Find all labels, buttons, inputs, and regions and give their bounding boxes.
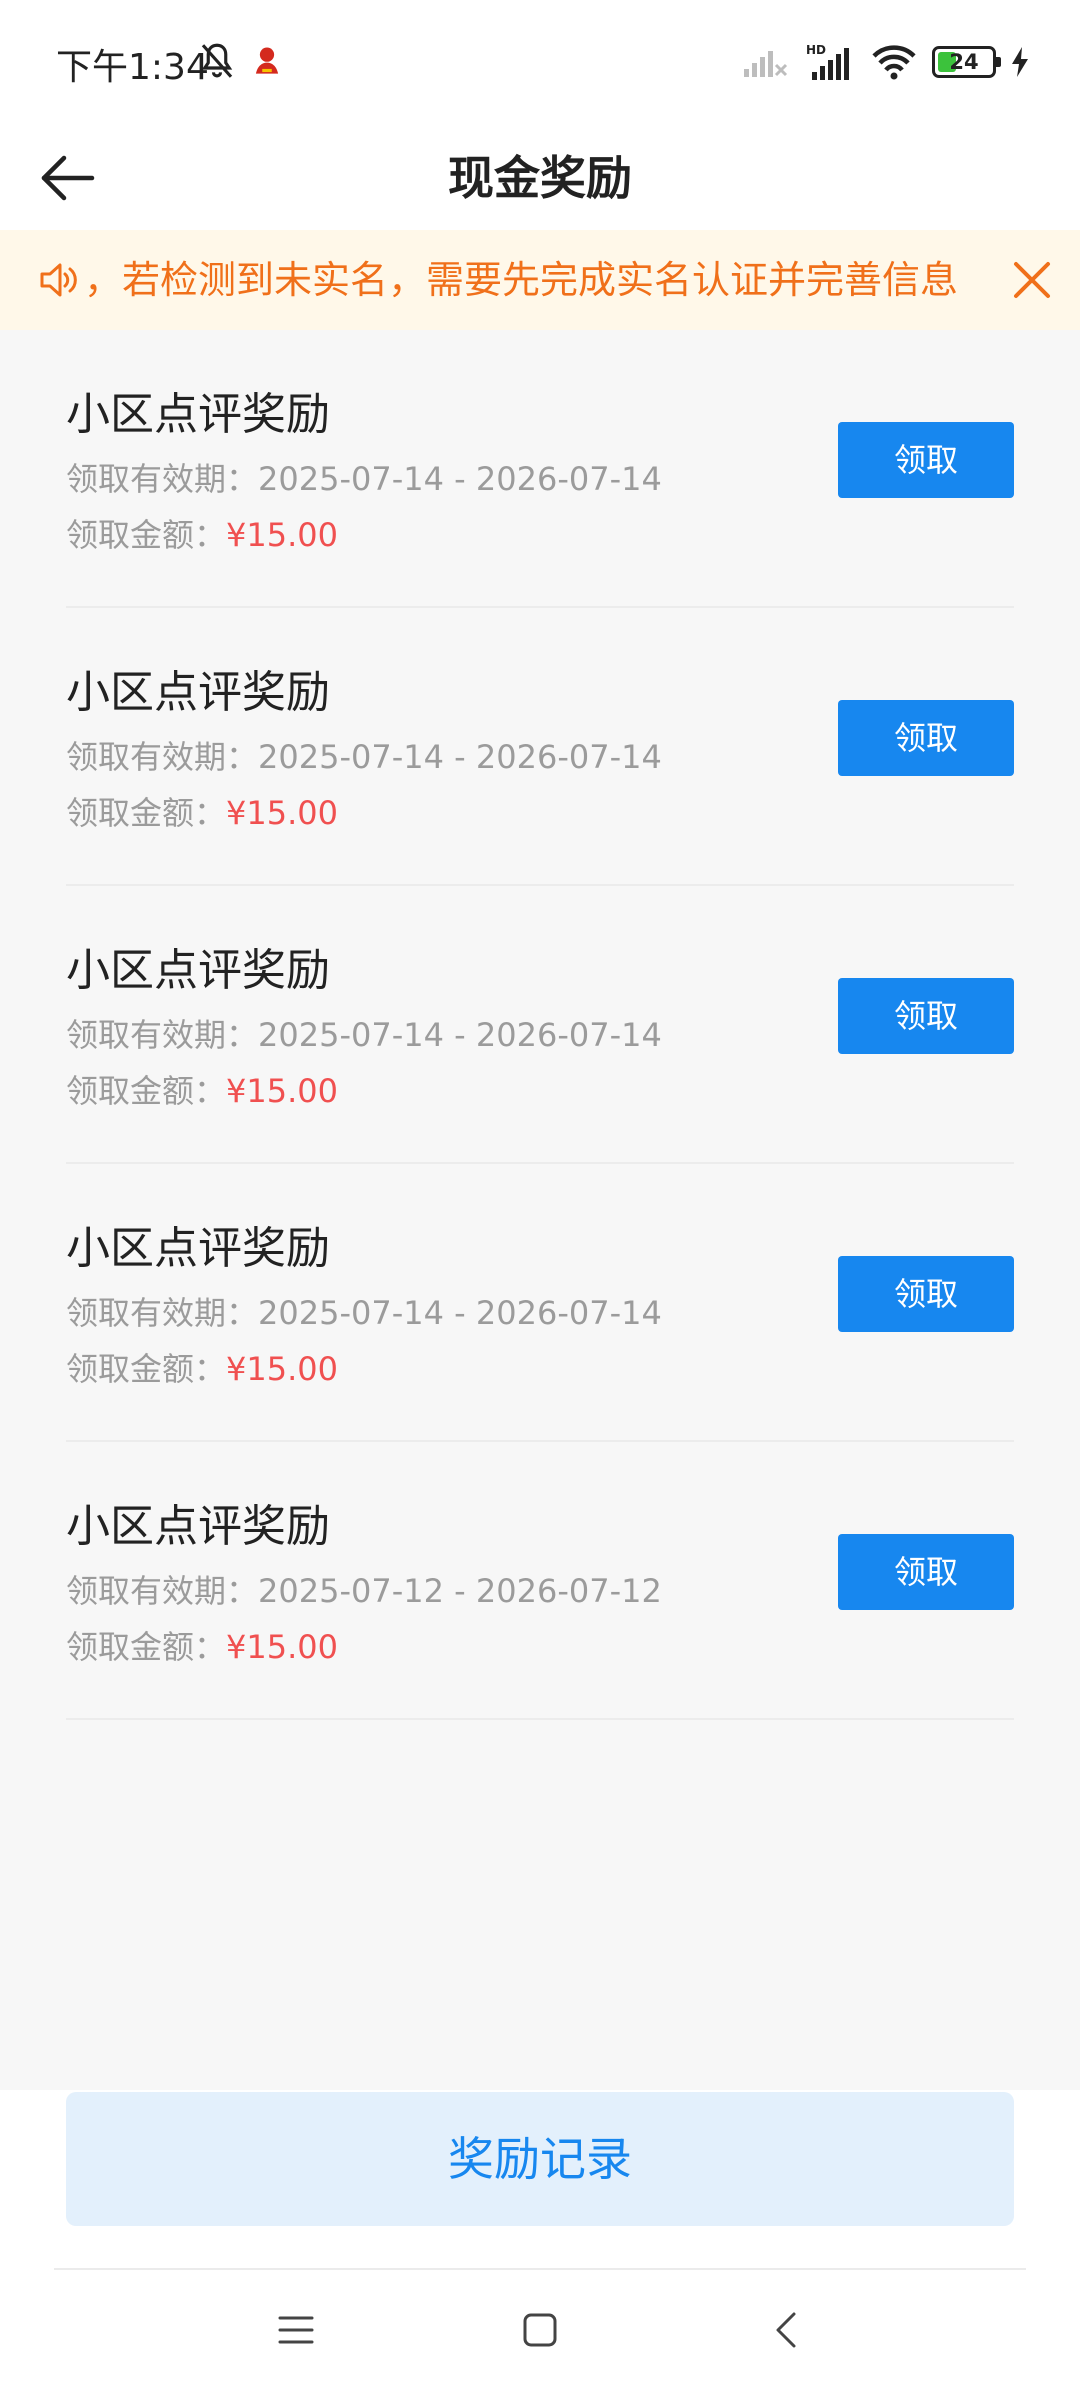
claim-button[interactable]: 领取 (838, 1256, 1014, 1332)
reward-amount: 领取金额：¥15.00 (66, 794, 338, 832)
charging-icon (1012, 47, 1028, 77)
notice-banner: ，若检测到未实名，需要先完成实名认证并完善信息 (0, 230, 1080, 330)
bell-off-icon (201, 43, 233, 78)
reward-amount: 领取金额：¥15.00 (66, 1350, 338, 1388)
reward-item: 小区点评奖励 领取有效期：2025-07-14 - 2026-07-14 领取金… (66, 886, 1014, 1164)
status-time: 下午1:34 (56, 47, 209, 88)
reward-title: 小区点评奖励 (66, 1223, 330, 1274)
home-icon[interactable] (516, 2306, 564, 2354)
reward-amount: 领取金额：¥15.00 (66, 1628, 338, 1666)
battery-level: 24 (949, 50, 979, 74)
reward-item: 小区点评奖励 领取有效期：2025-07-14 - 2026-07-14 领取金… (66, 608, 1014, 886)
battery-icon: 24 (932, 46, 1001, 78)
reward-list: 小区点评奖励 领取有效期：2025-07-14 - 2026-07-14 领取金… (0, 330, 1080, 2090)
reward-validity: 领取有效期：2025-07-14 - 2026-07-14 (66, 1016, 662, 1054)
menu-icon[interactable] (272, 2306, 320, 2354)
arrow-left-icon[interactable] (36, 146, 100, 210)
app-notification-icon (249, 43, 285, 79)
reward-item: 小区点评奖励 领取有效期：2025-07-12 - 2026-07-12 领取金… (66, 1442, 1014, 1720)
claim-button[interactable]: 领取 (838, 422, 1014, 498)
status-bar: 下午1:34 HD 24 (0, 0, 1080, 126)
reward-amount: 领取金额：¥15.00 (66, 1072, 338, 1110)
speaker-icon (40, 263, 77, 297)
amount-value: ¥15.00 (226, 794, 338, 832)
reward-validity: 领取有效期：2025-07-14 - 2026-07-14 (66, 460, 662, 498)
amount-value: ¥15.00 (226, 1072, 338, 1110)
claim-button[interactable]: 领取 (838, 1534, 1014, 1610)
reward-item: 小区点评奖励 领取有效期：2025-07-14 - 2026-07-14 领取金… (66, 330, 1014, 608)
cash-reward-page: 下午1:34 HD 24 现金奖励 ，若检测到未实名，需要先完成实名认证并完善信… (0, 0, 1080, 2400)
reward-title: 小区点评奖励 (66, 667, 330, 718)
wifi-icon (872, 45, 916, 80)
reward-title: 小区点评奖励 (66, 389, 330, 440)
reward-records-button[interactable]: 奖励记录 (66, 2092, 1014, 2226)
amount-value: ¥15.00 (226, 1628, 338, 1666)
close-icon[interactable] (1004, 252, 1060, 308)
page-title: 现金奖励 (448, 151, 632, 205)
claim-button[interactable]: 领取 (838, 700, 1014, 776)
reward-title: 小区点评奖励 (66, 1501, 330, 1552)
amount-value: ¥15.00 (226, 516, 338, 554)
amount-value: ¥15.00 (226, 1350, 338, 1388)
notice-text: ，若检测到未实名，需要先完成实名认证并完善信息 (84, 258, 959, 302)
signal-weak-icon (744, 51, 788, 77)
claim-button[interactable]: 领取 (838, 978, 1014, 1054)
svg-text:HD: HD (806, 43, 826, 57)
reward-item: 小区点评奖励 领取有效期：2025-07-14 - 2026-07-14 领取金… (66, 1164, 1014, 1442)
divider (54, 2268, 1026, 2270)
reward-validity: 领取有效期：2025-07-12 - 2026-07-12 (66, 1572, 662, 1610)
back-icon[interactable] (764, 2306, 812, 2354)
reward-validity: 领取有效期：2025-07-14 - 2026-07-14 (66, 1294, 662, 1332)
reward-title: 小区点评奖励 (66, 945, 330, 996)
reward-validity: 领取有效期：2025-07-14 - 2026-07-14 (66, 738, 662, 776)
hd-signal-icon: HD (806, 43, 849, 80)
nav-bar: 现金奖励 (0, 126, 1080, 230)
status-right-icons: HD 24 (742, 40, 1030, 84)
reward-amount: 领取金额：¥15.00 (66, 516, 338, 554)
